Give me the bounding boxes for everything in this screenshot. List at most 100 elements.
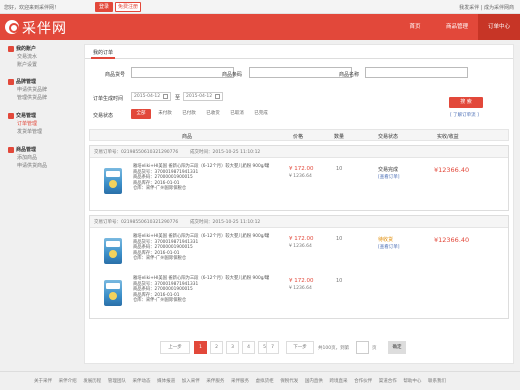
top-right-links[interactable]: 我发采伴 | 成为采伴网商 xyxy=(459,4,514,11)
sidebar-title-brand: 品牌管理 xyxy=(8,78,47,86)
order-status: 待收货 xyxy=(378,237,394,243)
brand-icon xyxy=(8,79,14,85)
col-status: 交易状态 xyxy=(378,134,399,140)
page-4-button[interactable]: 4 xyxy=(242,341,255,354)
footer-link[interactable]: 媒体报道 xyxy=(157,379,175,384)
status-all-button[interactable]: 全部 xyxy=(131,109,151,119)
footer-link[interactable]: 发展历程 xyxy=(83,379,101,384)
sidebar-group-trade: 交易管理 订单管理 发货单管理 xyxy=(8,112,42,136)
status-received-button[interactable]: 已收货 xyxy=(203,109,223,119)
sidebar-item-orders[interactable]: 订单管理 xyxy=(8,120,42,128)
sidebar-item-apply-brand[interactable]: 申请供货品牌 xyxy=(8,86,47,94)
order-amount: ¥12366.40 xyxy=(434,236,470,244)
account-icon xyxy=(8,46,14,52)
sidebar-item-add-goods[interactable]: 添加商品 xyxy=(8,154,47,162)
sidebar-title-account: 我的账户 xyxy=(8,45,37,53)
footer-links: 关于采伴 采伴介绍 发展历程 管理团队 采伴动态 媒体报道 加入采伴 采伴服务 … xyxy=(34,378,451,384)
date-to-input[interactable]: 2015-04-12 xyxy=(183,92,223,101)
nav-home[interactable]: 首页 xyxy=(394,14,436,40)
footer-link[interactable]: 跨境直采 xyxy=(330,379,348,384)
status-unpaid-button[interactable]: 未付款 xyxy=(155,109,175,119)
main-nav: 首页 商品管理 订单中心 xyxy=(394,14,520,40)
table-header: 商品 价格 数量 交易状态 实收/收益 xyxy=(89,129,509,141)
sidebar-item-account-settings[interactable]: 账户设置 xyxy=(8,61,37,69)
product-image[interactable] xyxy=(98,234,128,266)
search-button[interactable]: 搜 索 xyxy=(449,97,483,108)
sidebar-item-manage-brand[interactable]: 管理供货品牌 xyxy=(8,94,47,102)
footer-link[interactable]: 管理团队 xyxy=(108,379,126,384)
page-jump-button[interactable]: 确定 xyxy=(388,341,406,354)
item-price: ¥ 172.00 xyxy=(289,166,314,172)
tab-bar: 我的订单 xyxy=(85,45,513,59)
sidebar-item-apply-goods[interactable]: 申请供货商品 xyxy=(8,162,47,170)
product-warehouse: 仓库：采伴-广州国际保税仓 xyxy=(133,298,187,304)
nav-goods-manage[interactable]: 商品管理 xyxy=(436,14,478,40)
col-qty: 数量 xyxy=(334,134,345,140)
view-order-link[interactable]: [查看订单] xyxy=(378,244,400,250)
col-price: 价格 xyxy=(293,134,304,140)
footer-link[interactable]: 采伴动态 xyxy=(133,379,151,384)
product-image[interactable] xyxy=(98,276,128,308)
sidebar-title-trade: 交易管理 xyxy=(8,112,42,120)
footer-link[interactable]: 采伴介绍 xyxy=(59,379,77,384)
page-2-button[interactable]: 2 xyxy=(210,341,223,354)
footer-link[interactable]: 关于采伴 xyxy=(34,379,52,384)
footer-link[interactable]: 合作伙伴 xyxy=(354,379,372,384)
footer-link[interactable]: 保税代发 xyxy=(280,379,298,384)
order-number: 交易订单号：02198550610321290776 xyxy=(94,150,179,155)
sidebar-group-account: 我的账户 交易流水 账户设置 xyxy=(8,45,37,69)
goods-no-input[interactable] xyxy=(131,67,234,78)
order-time: 成交时间：2015-10-25 11:10:12 xyxy=(190,150,261,155)
goods-no-label: 商品货号 xyxy=(105,72,126,78)
order-flow-link[interactable]: [ 了解订单流 ] xyxy=(450,112,479,118)
page-1-button[interactable]: 1 xyxy=(194,341,207,354)
footer-link[interactable]: 联系我们 xyxy=(428,379,446,384)
item-qty: 10 xyxy=(336,236,343,242)
footer-link[interactable]: 帮助中心 xyxy=(403,379,421,384)
sidebar-title-goods: 商品管理 xyxy=(8,146,47,154)
footer-link[interactable]: 采伴服务 xyxy=(206,379,224,384)
sidebar-item-transactions[interactable]: 交易流水 xyxy=(8,53,37,61)
page-7-button[interactable]: 7 xyxy=(266,341,279,354)
footer-link[interactable]: 渠道合作 xyxy=(379,379,397,384)
order-card: 交易订单号：02198550610321290776 成交时间：2015-10-… xyxy=(89,215,509,319)
item-price: ¥ 172.00 xyxy=(289,236,314,242)
status-done-button[interactable]: 已完成 xyxy=(251,109,271,119)
footer-link[interactable]: 国内直供 xyxy=(305,379,323,384)
sidebar-item-shipments[interactable]: 发货单管理 xyxy=(8,128,42,136)
footer-link[interactable]: 加入采伴 xyxy=(182,379,200,384)
prev-page-button[interactable]: 上一步 xyxy=(160,341,190,354)
item-qty: 10 xyxy=(336,278,343,284)
tab-my-orders[interactable]: 我的订单 xyxy=(91,49,116,59)
register-button[interactable]: 免费注册 xyxy=(115,2,141,12)
welcome-text: 您好，欢迎来到采伴网！ xyxy=(4,5,60,11)
product-image[interactable] xyxy=(98,164,128,196)
trade-icon xyxy=(8,113,14,119)
logo-text: 采伴网 xyxy=(22,21,67,37)
calendar-icon xyxy=(215,94,220,99)
item-subtotal: ¥ 1236.64 xyxy=(289,286,312,291)
goods-name-input[interactable] xyxy=(365,67,468,78)
view-order-link[interactable]: [查看订单] xyxy=(378,174,400,180)
date-from-input[interactable]: 2015-04-12 xyxy=(131,92,171,101)
next-page-button[interactable]: 下一步 xyxy=(286,341,314,354)
order-amount: ¥12366.40 xyxy=(434,166,470,174)
product-warehouse: 仓库：采伴-广州国际保税仓 xyxy=(133,256,187,262)
nav-order-center[interactable]: 订单中心 xyxy=(478,14,520,40)
status-paid-button[interactable]: 已付款 xyxy=(179,109,199,119)
footer: 关于采伴 采伴介绍 发展历程 管理团队 采伴动态 媒体报道 加入采伴 采伴服务 … xyxy=(0,371,520,390)
item-subtotal: ¥ 1236.64 xyxy=(289,174,312,179)
goods-name-label: 商品名称 xyxy=(339,72,360,78)
login-button[interactable]: 登录 xyxy=(95,2,113,12)
status-cancelled-button[interactable]: 已取消 xyxy=(227,109,247,119)
goods-code-input[interactable] xyxy=(249,67,352,78)
col-amount: 实收/收益 xyxy=(437,134,459,140)
order-card: 交易订单号：02198550610321290776 成交时间：2015-10-… xyxy=(89,145,509,211)
footer-link[interactable]: 采伴服务 xyxy=(231,379,249,384)
page-jump-input[interactable] xyxy=(356,341,369,354)
footer-link[interactable]: 虚拟货柜 xyxy=(256,379,274,384)
order-time: 成交时间：2015-10-25 11:10:12 xyxy=(190,220,261,225)
order-item: 雅培eliki+HI美国 雀新心阳为三段（6-12个月）较大婴儿奶粉 900g/… xyxy=(90,230,290,270)
page-3-button[interactable]: 3 xyxy=(226,341,239,354)
item-subtotal: ¥ 1236.64 xyxy=(289,244,312,249)
